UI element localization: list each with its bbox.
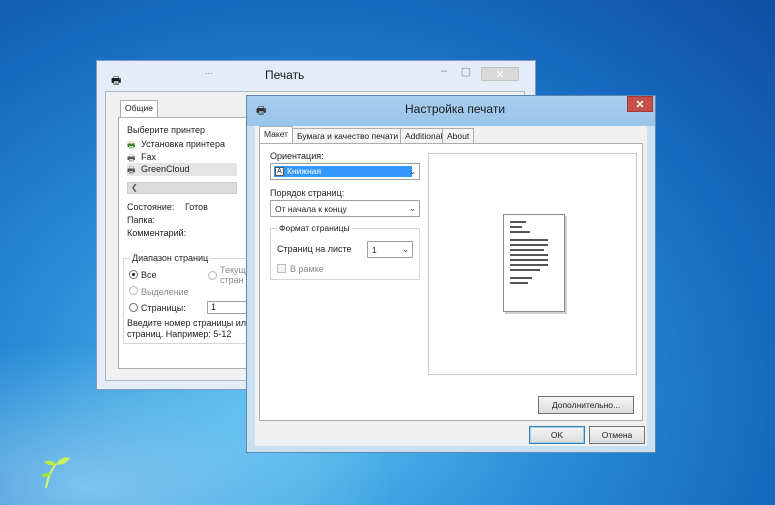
status-label: Состояние:: [127, 202, 175, 212]
printer-icon: 🖶: [111, 75, 122, 87]
border-checkbox[interactable]: [277, 264, 286, 273]
scroll-left-icon[interactable]: ❮: [131, 183, 138, 192]
portrait-icon: A: [275, 167, 284, 176]
page-preview: [428, 153, 637, 375]
pages-per-sheet-label: Страниц на листе: [277, 244, 352, 254]
range-all-radio[interactable]: [129, 270, 138, 279]
close-button[interactable]: ✕: [481, 67, 519, 81]
close-button[interactable]: ✕: [627, 96, 653, 112]
cancel-button[interactable]: Отмена: [589, 426, 645, 444]
border-label: В рамке: [290, 264, 324, 274]
chevron-down-icon: ⌄: [409, 204, 416, 213]
comment-label: Комментарий:: [127, 228, 187, 238]
range-current-label-2: стран: [220, 275, 244, 285]
range-current-radio[interactable]: [208, 271, 217, 280]
maximize-button[interactable]: ▢: [455, 62, 477, 80]
desktop-plant-logo: [41, 457, 70, 489]
advanced-button[interactable]: Дополнительно...: [538, 396, 634, 414]
page-order-label: Порядок страниц:: [270, 188, 345, 198]
setup-title: Настройка печати: [405, 102, 506, 116]
minimize-button[interactable]: –: [433, 62, 455, 80]
tab-general[interactable]: Общие: [120, 100, 158, 118]
tab-additional[interactable]: Additional: [400, 128, 448, 144]
print-setup-dialog: 🖶 Настройка печати ✕ Макет Бумага и каче…: [246, 95, 656, 453]
horizontal-scrollbar[interactable]: ❮: [127, 182, 237, 194]
range-selection-radio[interactable]: [129, 286, 138, 295]
range-all-label: Все: [141, 270, 157, 280]
setup-client-area: Макет Бумага и качество печати Additiona…: [255, 126, 647, 446]
chevron-down-icon: ⌄: [409, 167, 416, 176]
print-titlebar: 🖶 ... Печать – ▢ ✕: [97, 61, 535, 91]
tab-layout[interactable]: Макет: [259, 126, 294, 144]
chevron-down-icon: ⌄: [402, 245, 409, 254]
print-title: Печать: [265, 68, 305, 82]
range-current-label-1: Текущ: [220, 265, 246, 275]
ok-button[interactable]: OK: [529, 426, 585, 444]
range-pages-radio[interactable]: [129, 303, 138, 312]
folder-label: Папка:: [127, 215, 155, 225]
select-printer-label: Выберите принтер: [127, 125, 205, 135]
partial-title: ...: [205, 66, 213, 76]
list-item-selected[interactable]: 🖶 GreenCloud: [127, 163, 237, 176]
pages-hint-line-1: Введите номер страницы или: [127, 318, 252, 328]
document-preview-icon: [503, 214, 565, 312]
page-format-title: Формат страницы: [277, 223, 352, 233]
pages-hint-line-2: страниц. Например: 5-12: [127, 329, 232, 339]
pages-per-sheet-value: 1: [372, 244, 377, 255]
layout-panel: Ориентация: Книжная A ⌄ Порядок страниц:…: [259, 143, 643, 421]
pages-per-sheet-select[interactable]: 1 ⌄: [367, 241, 413, 258]
range-selection-label: Выделение: [141, 287, 189, 297]
pages-input[interactable]: 1: [207, 301, 247, 314]
orientation-label: Ориентация:: [270, 151, 324, 161]
tab-about[interactable]: About: [442, 128, 475, 144]
page-order-value: От начала к концу: [275, 203, 347, 214]
orientation-select[interactable]: Книжная A ⌄: [270, 163, 420, 180]
tab-paper-quality[interactable]: Бумага и качество печати: [292, 128, 404, 144]
orientation-value: Книжная: [274, 166, 412, 177]
status-value: Готов: [185, 202, 208, 212]
printer-icon: 🖶: [256, 105, 267, 117]
page-range-title: Диапазон страниц: [130, 253, 211, 263]
setup-titlebar: 🖶 Настройка печати ✕: [247, 96, 655, 126]
page-order-select[interactable]: От начала к концу ⌄: [270, 200, 420, 217]
range-pages-label: Страницы:: [141, 303, 186, 313]
printer-icon: 🖶: [127, 165, 136, 175]
